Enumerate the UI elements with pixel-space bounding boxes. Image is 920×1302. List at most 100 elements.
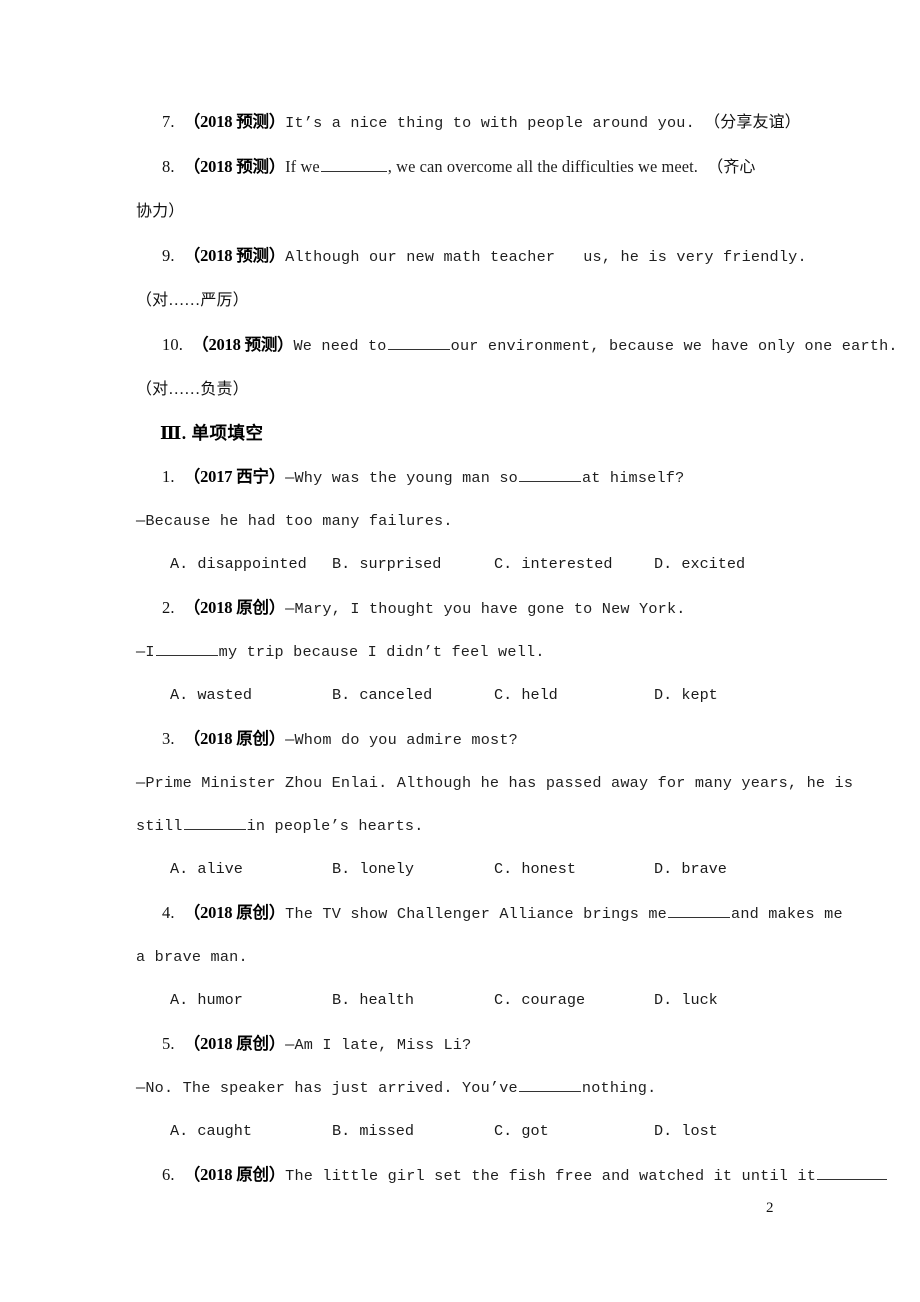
item-sentence: —Mary, I thought you have gone to New Yo… — [285, 600, 686, 618]
item-sentence-pre: still — [136, 817, 183, 835]
option-b[interactable]: B. surprised — [332, 543, 441, 586]
item-source-tag: （2018 预测） — [183, 246, 286, 265]
item-sentence: —Whom do you admire most? — [285, 731, 518, 749]
item-sentence-post: , we can overcome all the difficulties w… — [387, 157, 698, 176]
answer-blank[interactable] — [668, 903, 730, 918]
item-sentence: —Because he had too many failures. — [136, 512, 453, 530]
item-number: 1. — [162, 467, 175, 486]
item-sentence-post: my trip because I didn’t feel well. — [218, 643, 545, 661]
item-sentence: It’s a nice thing to with people around … — [285, 114, 695, 132]
item-source-tag: （2018 预测） — [183, 112, 286, 131]
item-hint: （对……严厉） — [136, 292, 249, 309]
page-number: 2 — [766, 1200, 774, 1216]
item-source-tag: （2018 原创） — [183, 903, 286, 922]
item-source-tag: （2017 西宁） — [183, 467, 286, 486]
item-source-tag: （2018 原创） — [183, 729, 286, 748]
option-d[interactable]: D. luck — [654, 979, 718, 1022]
option-c[interactable]: C. interested — [494, 543, 612, 586]
item-source-tag: （2018 预测） — [183, 157, 286, 176]
answer-blank[interactable] — [817, 1165, 888, 1180]
item-hint: （分享友谊） — [704, 114, 801, 131]
choice-item-4-line-1: 4. （2018 原创）The TV show Challenger Allia… — [136, 891, 843, 936]
choice-item-6-line-1: 6. （2018 原创）The little girl set the fish… — [136, 1153, 888, 1198]
choice-item-4-line-2: a brave man. — [136, 936, 796, 979]
answer-blank[interactable] — [155, 641, 218, 656]
item-sentence-post: nothing. — [581, 1079, 657, 1097]
item-number: 6. — [162, 1165, 175, 1184]
item-sentence: —Prime Minister Zhou Enlai. Although he … — [136, 774, 854, 792]
item-number: 8. — [162, 157, 175, 176]
page-body: 7. （2018 预测）It’s a nice thing to with pe… — [136, 100, 898, 1198]
option-c[interactable]: C. courage — [494, 979, 585, 1022]
choice-item-3-options: A. alive B. lonely C. honest D. brave — [136, 848, 796, 891]
item-sentence: —Am I late, Miss Li? — [285, 1036, 472, 1054]
item-sentence-pre: The little girl set the fish free and wa… — [285, 1167, 817, 1185]
choice-item-5-options: A. caught B. missed C. got D. lost — [136, 1110, 796, 1153]
item-number: 5. — [162, 1034, 175, 1053]
option-b[interactable]: B. missed — [332, 1110, 414, 1153]
choice-item-1-options: A. disappointed B. surprised C. interest… — [136, 543, 796, 586]
item-number: 9. — [162, 246, 175, 265]
option-d[interactable]: D. kept — [654, 674, 718, 717]
item-sentence-post: in people’s hearts. — [246, 817, 424, 835]
option-a[interactable]: A. humor — [170, 979, 243, 1022]
answer-blank[interactable] — [518, 467, 581, 482]
choice-item-2-line-1: 2. （2018 原创）—Mary, I thought you have go… — [136, 586, 796, 631]
option-c[interactable]: C. honest — [494, 848, 576, 891]
item-number: 3. — [162, 729, 175, 748]
section-heading: Ⅲ. 单项填空 — [160, 423, 264, 443]
option-c[interactable]: C. got — [494, 1110, 549, 1153]
choice-item-5-line-1: 5. （2018 原创）—Am I late, Miss Li? — [136, 1022, 796, 1067]
item-sentence-pre: —Why was the young man so — [285, 469, 518, 487]
fill-in-item-8: 8. （2018 预测）If we , we can overcome all t… — [136, 145, 796, 190]
item-source-tag: （2018 原创） — [183, 1165, 286, 1184]
item-sentence-pre: If we — [285, 157, 320, 176]
item-source-tag: （2018 原创） — [183, 1034, 286, 1053]
choice-item-4-options: A. humor B. health C. courage D. luck — [136, 979, 796, 1022]
choice-item-1-line-1: 1. （2017 西宁）—Why was the young man so at … — [136, 455, 796, 500]
item-sentence-post: our environment, because we have only on… — [450, 337, 898, 355]
fill-in-item-7: 7. （2018 预测）It’s a nice thing to with pe… — [136, 100, 801, 145]
item-sentence-post: us, he is very friendly. — [583, 248, 807, 266]
answer-blank[interactable] — [320, 157, 387, 172]
answer-blank[interactable] — [518, 1077, 581, 1092]
fill-in-item-10: 10. （2018 预测）We need to our environment, … — [136, 323, 898, 368]
item-source-tag: （2018 预测） — [192, 335, 294, 354]
option-a[interactable]: A. alive — [170, 848, 243, 891]
option-d[interactable]: D. brave — [654, 848, 727, 891]
option-a[interactable]: A. caught — [170, 1110, 252, 1153]
choice-item-2-options: A. wasted B. canceled C. held D. kept — [136, 674, 796, 717]
item-hint: （对……负责） — [136, 381, 249, 398]
choice-item-3-line-3: still in people’s hearts. — [136, 805, 796, 848]
option-c[interactable]: C. held — [494, 674, 558, 717]
item-sentence-pre: The TV show Challenger Alliance brings m… — [285, 905, 667, 923]
item-sentence-pre: —No. The speaker has just arrived. You’v… — [136, 1079, 518, 1097]
fill-in-item-9: 9. （2018 预测）Although our new math teache… — [136, 234, 807, 279]
item-number: 10. — [162, 335, 183, 354]
option-b[interactable]: B. health — [332, 979, 414, 1022]
choice-item-1-line-2: —Because he had too many failures. — [136, 500, 796, 543]
option-b[interactable]: B. lonely — [332, 848, 414, 891]
option-d[interactable]: D. lost — [654, 1110, 718, 1153]
item-sentence: a brave man. — [136, 948, 248, 966]
choice-item-2-line-2: —I my trip because I didn’t feel well. — [136, 631, 796, 674]
item-hint-head: （齐心 — [707, 159, 756, 176]
fill-in-item-9-hint: （对……严厉） — [136, 279, 796, 323]
item-sentence-pre: We need to — [293, 337, 387, 355]
option-a[interactable]: A. disappointed — [170, 543, 307, 586]
option-d[interactable]: D. excited — [654, 543, 745, 586]
answer-blank[interactable] — [387, 335, 450, 350]
document-page: 7. （2018 预测）It’s a nice thing to with pe… — [0, 0, 920, 1302]
option-a[interactable]: A. wasted — [170, 674, 252, 717]
item-sentence-post: and makes me — [731, 905, 843, 923]
choice-item-5-line-2: —No. The speaker has just arrived. You’v… — [136, 1067, 796, 1110]
item-number: 7. — [162, 112, 175, 131]
option-b[interactable]: B. canceled — [332, 674, 432, 717]
item-source-tag: （2018 原创） — [183, 598, 286, 617]
item-number: 4. — [162, 903, 175, 922]
choice-item-3-line-2: —Prime Minister Zhou Enlai. Although he … — [136, 762, 853, 805]
item-sentence-post: at himself? — [581, 469, 685, 487]
item-sentence-pre: Although our new math teacher — [285, 248, 556, 266]
item-sentence-pre: —I — [136, 643, 155, 661]
answer-blank[interactable] — [183, 815, 246, 830]
